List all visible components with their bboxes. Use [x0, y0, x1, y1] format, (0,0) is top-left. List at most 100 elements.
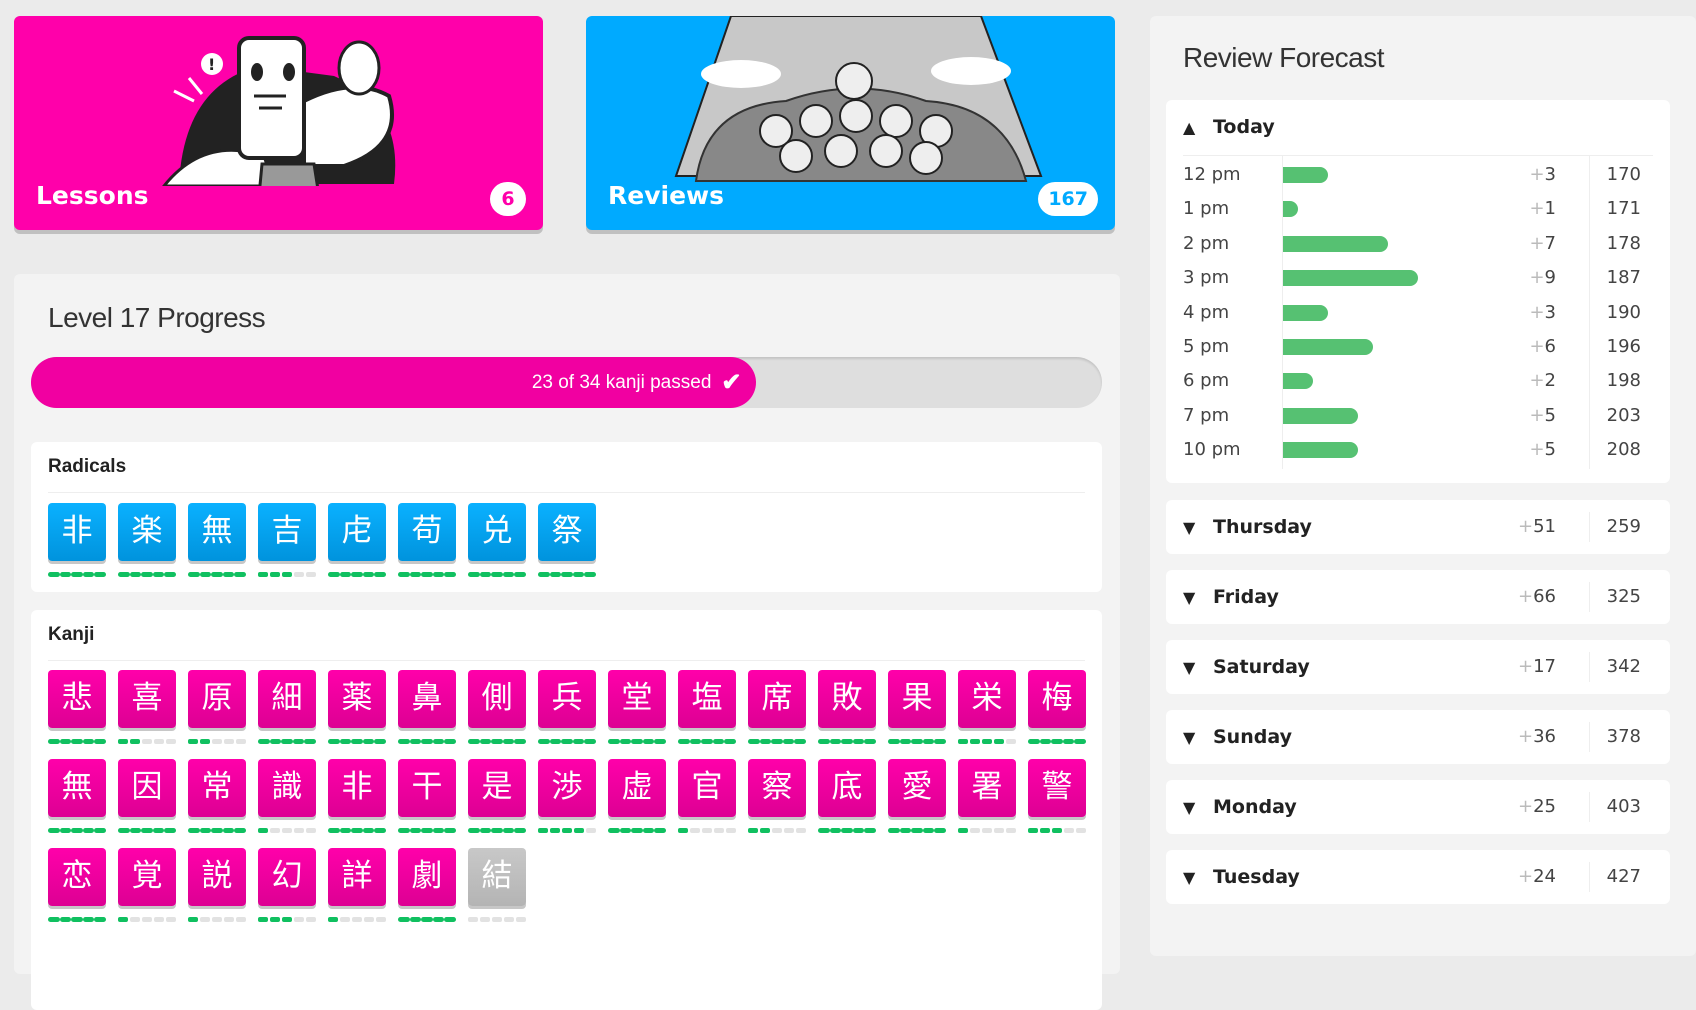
- srs-segment: [631, 739, 643, 744]
- forecast-hour-row: 10 pm +5 208: [1183, 433, 1653, 467]
- lessons-card[interactable]: ! Lessons 6: [14, 16, 543, 230]
- srs-segment: [48, 739, 60, 744]
- srs-segment: [958, 739, 968, 744]
- kanji-tile[interactable]: 喜: [118, 670, 176, 728]
- cumulative-total: 403: [1606, 796, 1641, 817]
- kanji-tile[interactable]: 因: [118, 759, 176, 817]
- srs-segment: [538, 739, 550, 744]
- kanji-tile[interactable]: 官: [678, 759, 736, 817]
- srs-segment: [398, 739, 410, 744]
- kanji-tile[interactable]: 恋: [48, 848, 106, 906]
- kanji-tile[interactable]: 塩: [678, 670, 736, 728]
- kanji-tile[interactable]: 細: [258, 670, 316, 728]
- kanji-tile[interactable]: 干: [398, 759, 456, 817]
- kanji-tile[interactable]: 栄: [958, 670, 1016, 728]
- srs-segment: [269, 739, 282, 744]
- forecast-day-row[interactable]: ▼ Tuesday +24 427: [1166, 850, 1670, 904]
- srs-segment: [71, 739, 83, 744]
- radical-tile[interactable]: 虍: [328, 503, 386, 561]
- kanji-tile[interactable]: 非: [328, 759, 386, 817]
- srs-segment: [328, 917, 338, 922]
- review-forecast-title: Review Forecast: [1183, 42, 1385, 73]
- kanji-tile[interactable]: 覚: [118, 848, 176, 906]
- kanji-tile[interactable]: 察: [748, 759, 806, 817]
- srs-segment: [292, 739, 305, 744]
- kanji-tile[interactable]: 無: [48, 759, 106, 817]
- kanji-tile[interactable]: 渉: [538, 759, 596, 817]
- radical-tile[interactable]: 祭: [538, 503, 596, 561]
- kanji-tile[interactable]: 常: [188, 759, 246, 817]
- chevron-down-icon: ▼: [1183, 798, 1196, 817]
- day-label: Sunday: [1213, 726, 1292, 748]
- forecast-day-row[interactable]: ▼ Thursday +51 259: [1166, 500, 1670, 554]
- kanji-tile[interactable]: 結: [468, 848, 526, 906]
- srs-segment: [1074, 739, 1086, 744]
- srs-segment: [188, 572, 200, 577]
- today-toggle[interactable]: ▲ Today: [1183, 100, 1275, 155]
- kanji-header: Kanji: [48, 624, 95, 645]
- kanji-tile[interactable]: 果: [888, 670, 946, 728]
- kanji-tile[interactable]: 悲: [48, 670, 106, 728]
- srs-segment: [899, 828, 912, 833]
- kanji-tile[interactable]: 梅: [1028, 670, 1086, 728]
- new-reviews-count: +3: [1529, 164, 1556, 185]
- kanji-tile[interactable]: 原: [188, 670, 246, 728]
- kanji-tile[interactable]: 敗: [818, 670, 876, 728]
- chevron-down-icon: ▼: [1183, 658, 1196, 677]
- kanji-tile[interactable]: 幻: [258, 848, 316, 906]
- forecast-day-row[interactable]: ▼ Monday +25 403: [1166, 780, 1670, 834]
- srs-segment: [841, 739, 853, 744]
- kanji-tile[interactable]: 劇: [398, 848, 456, 906]
- kanji-tile[interactable]: 是: [468, 759, 526, 817]
- forecast-bar: [1283, 235, 1388, 252]
- srs-segment: [678, 828, 688, 833]
- radical-tile[interactable]: 苟: [398, 503, 456, 561]
- new-reviews-count: +6: [1529, 336, 1556, 357]
- srs-segment: [888, 739, 900, 744]
- radical-tile[interactable]: 兑: [468, 503, 526, 561]
- kanji-tile[interactable]: 詳: [328, 848, 386, 906]
- srs-segment: [549, 739, 562, 744]
- cumulative-total: 325: [1606, 586, 1641, 607]
- srs-progress-bar: [398, 917, 456, 922]
- kanji-tile[interactable]: 側: [468, 670, 526, 728]
- kanji-tile[interactable]: 警: [1028, 759, 1086, 817]
- srs-segment: [444, 572, 456, 577]
- kanji-tile[interactable]: 底: [818, 759, 876, 817]
- kanji-tile[interactable]: 席: [748, 670, 806, 728]
- radical-tile[interactable]: 楽: [118, 503, 176, 561]
- kanji-tile[interactable]: 兵: [538, 670, 596, 728]
- reviews-card[interactable]: Reviews 167: [586, 16, 1115, 230]
- srs-segment: [516, 917, 526, 922]
- forecast-hour-row: 3 pm +9 187: [1183, 261, 1653, 295]
- srs-segment: [479, 572, 492, 577]
- srs-segment: [71, 917, 83, 922]
- srs-segment: [200, 739, 210, 744]
- kanji-tile[interactable]: 堂: [608, 670, 666, 728]
- forecast-day-row[interactable]: ▼ Saturday +17 342: [1166, 640, 1670, 694]
- hour-label: 10 pm: [1183, 439, 1241, 461]
- srs-segment: [306, 828, 316, 833]
- cumulative-total: 187: [1606, 267, 1641, 289]
- forecast-day-row[interactable]: ▼ Sunday +36 378: [1166, 710, 1670, 764]
- kanji-tile[interactable]: 鼻: [398, 670, 456, 728]
- srs-segment: [818, 828, 830, 833]
- srs-segment: [48, 917, 60, 922]
- kanji-tile[interactable]: 識: [258, 759, 316, 817]
- forecast-day-row[interactable]: ▼ Friday +66 325: [1166, 570, 1670, 624]
- cumulative-total: 171: [1606, 198, 1641, 220]
- srs-segment: [129, 828, 142, 833]
- kanji-tile[interactable]: 薬: [328, 670, 386, 728]
- kanji-tile[interactable]: 署: [958, 759, 1016, 817]
- srs-segment: [82, 739, 95, 744]
- kanji-tile[interactable]: 虚: [608, 759, 666, 817]
- kanji-tile[interactable]: 説: [188, 848, 246, 906]
- radical-tile[interactable]: 無: [188, 503, 246, 561]
- radical-tile[interactable]: 非: [48, 503, 106, 561]
- srs-segment: [432, 917, 445, 922]
- radical-tile[interactable]: 吉: [258, 503, 316, 561]
- srs-progress-bar: [748, 739, 806, 744]
- srs-segment: [538, 572, 550, 577]
- kanji-tile[interactable]: 愛: [888, 759, 946, 817]
- forecast-hour-row: 6 pm +2 198: [1183, 364, 1653, 398]
